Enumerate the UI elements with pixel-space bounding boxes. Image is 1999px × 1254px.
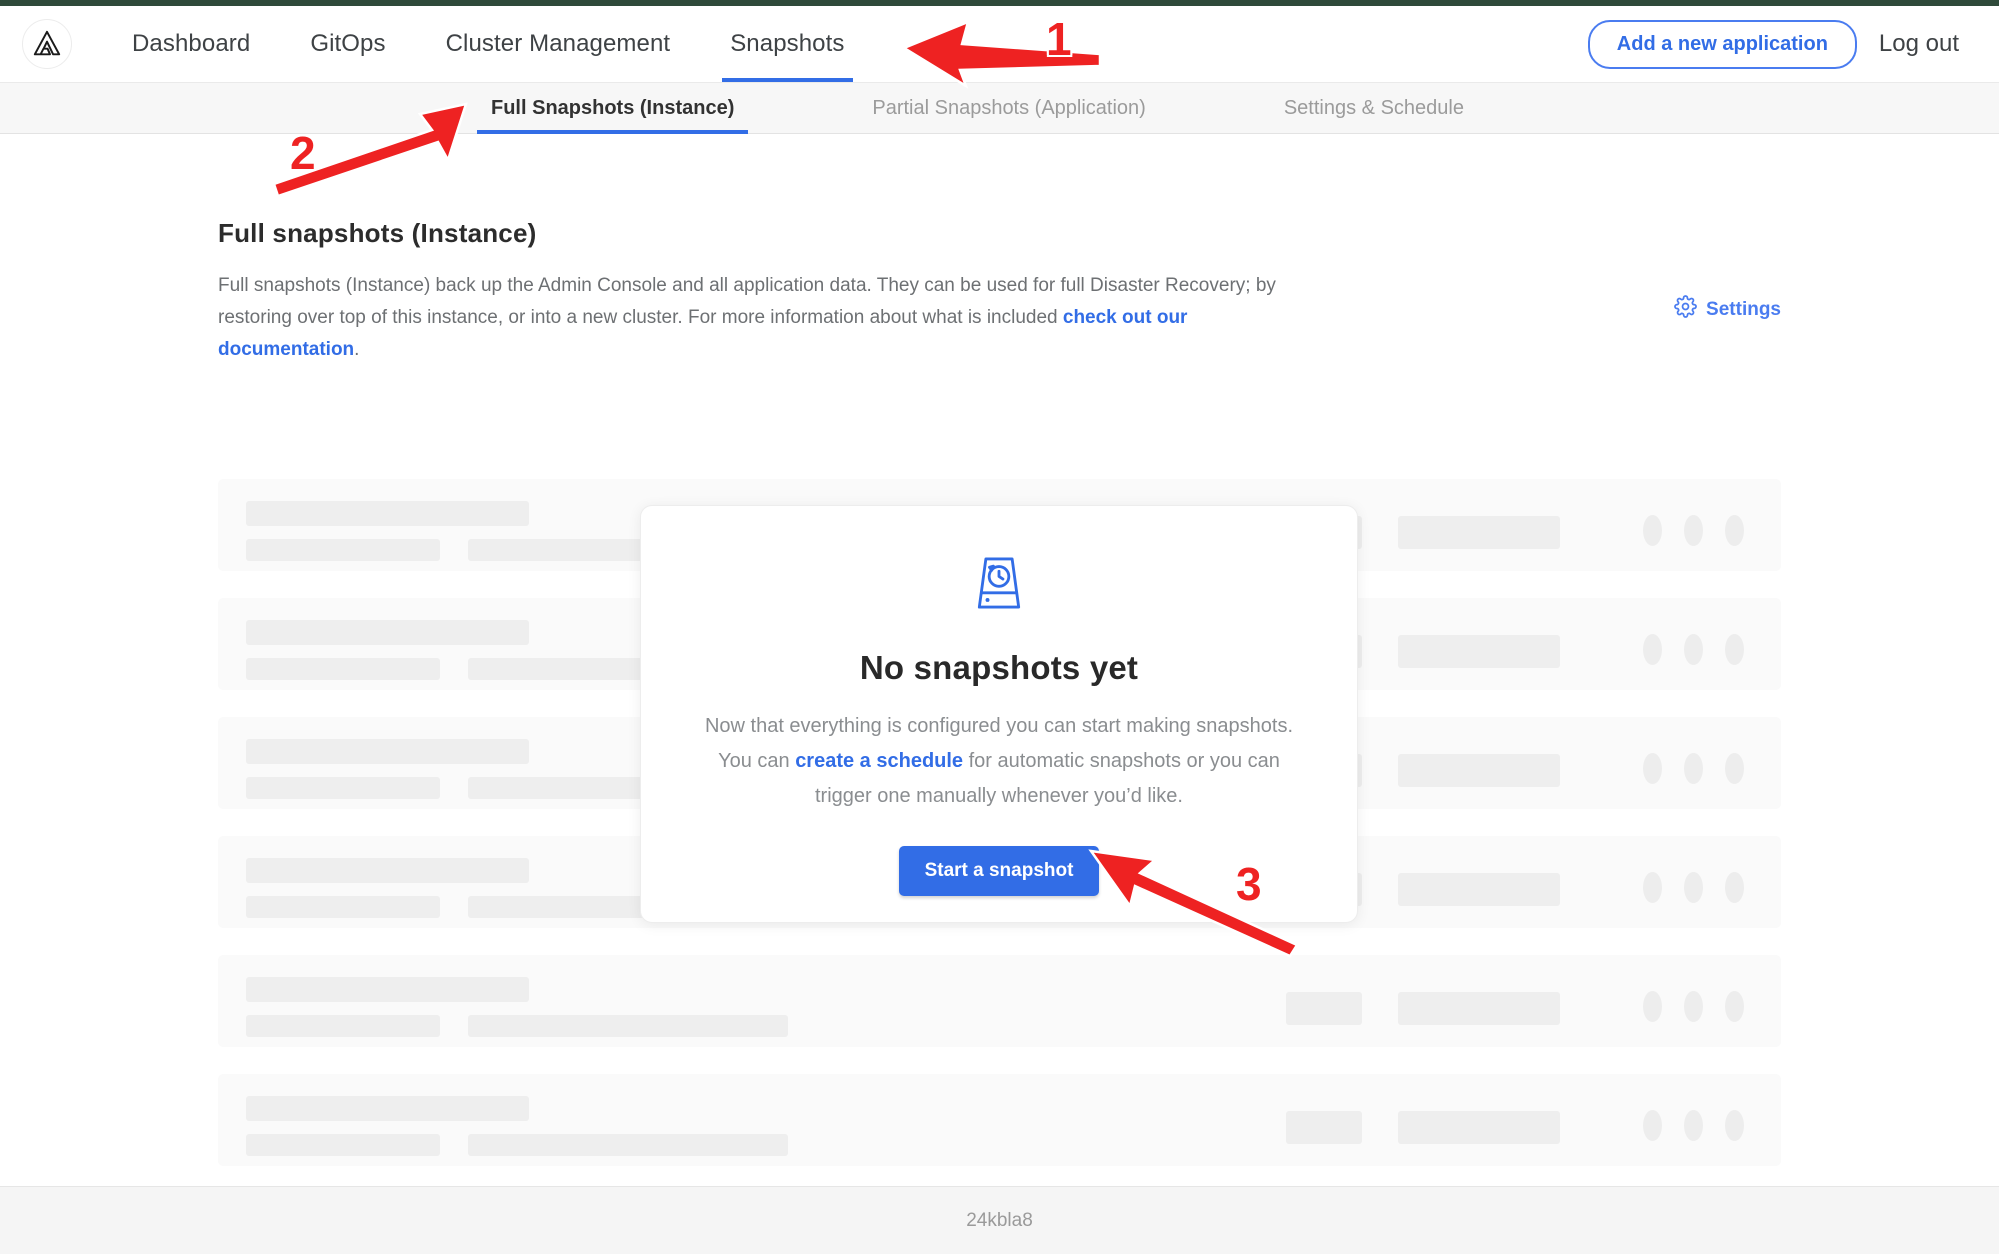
- skeleton-placeholder-bar: [246, 501, 529, 526]
- nav-link-snapshots[interactable]: Snapshots: [700, 6, 874, 82]
- skeleton-placeholder-bar: [1286, 992, 1362, 1025]
- skeleton-placeholder-bar: [1398, 992, 1560, 1025]
- skeleton-dot: [1684, 872, 1703, 903]
- nav-link-label: Cluster Management: [446, 30, 671, 58]
- page-title: Full snapshots (Instance): [218, 218, 1781, 249]
- skeleton-dot: [1684, 753, 1703, 784]
- nav-link-gitops[interactable]: GitOps: [280, 6, 415, 82]
- skeleton-placeholder-bar: [1398, 635, 1560, 668]
- gear-icon: [1674, 295, 1697, 324]
- skeleton-dot: [1643, 753, 1662, 784]
- skeleton-dot: [1643, 634, 1662, 665]
- skeleton-dot: [1725, 753, 1744, 784]
- start-a-snapshot-button[interactable]: Start a snapshot: [899, 846, 1100, 896]
- skeleton-dot: [1684, 634, 1703, 665]
- tab-full-snapshots[interactable]: Full Snapshots (Instance): [477, 83, 748, 133]
- skeleton-placeholder-bar: [1398, 516, 1560, 549]
- skeleton-dot: [1684, 991, 1703, 1022]
- skeleton-placeholder-bar: [1398, 1111, 1560, 1144]
- skeleton-dot: [1684, 515, 1703, 546]
- skeleton-placeholder-bar: [246, 977, 529, 1002]
- page-description: Full snapshots (Instance) back up the Ad…: [218, 270, 1328, 366]
- tab-label: Settings & Schedule: [1284, 97, 1464, 120]
- skeleton-placeholder-bar: [246, 777, 440, 799]
- skeleton-placeholder-bar: [1398, 754, 1560, 787]
- skeleton-placeholder-bar: [468, 1015, 788, 1037]
- tab-partial-snapshots[interactable]: Partial Snapshots (Application): [858, 83, 1159, 133]
- snapshot-skeleton-row: [218, 1074, 1781, 1166]
- skeleton-placeholder-bar: [246, 620, 529, 645]
- skeleton-action-dots: [1643, 991, 1744, 1022]
- skeleton-action-dots: [1643, 1110, 1744, 1141]
- empty-state-description: Now that everything is configured you ca…: [699, 709, 1299, 814]
- logout-link[interactable]: Log out: [1879, 30, 1959, 58]
- skeleton-dot: [1643, 515, 1662, 546]
- tab-label: Partial Snapshots (Application): [872, 97, 1145, 120]
- no-snapshots-card: No snapshots yet Now that everything is …: [640, 505, 1358, 923]
- app-window: Dashboard GitOps Cluster Management Snap…: [0, 0, 1999, 1254]
- add-new-application-button[interactable]: Add a new application: [1588, 20, 1857, 69]
- skeleton-dot: [1725, 515, 1744, 546]
- skeleton-placeholder-bar: [246, 1096, 529, 1121]
- skeleton-placeholder-bar: [246, 539, 440, 561]
- skeleton-placeholder-bar: [246, 896, 440, 918]
- page-footer: 24kbla8: [0, 1186, 1999, 1254]
- skeleton-dot: [1643, 1110, 1662, 1141]
- skeleton-action-dots: [1643, 872, 1744, 903]
- skeleton-dot: [1643, 872, 1662, 903]
- skeleton-dot: [1725, 991, 1744, 1022]
- settings-label: Settings: [1706, 299, 1781, 321]
- backup-drive-restore-icon: [964, 548, 1034, 623]
- skeleton-dot: [1725, 634, 1744, 665]
- tab-label: Full Snapshots (Instance): [491, 97, 734, 120]
- main-navbar: Dashboard GitOps Cluster Management Snap…: [0, 6, 1999, 82]
- navbar-actions: Add a new application Log out: [1588, 20, 1959, 69]
- skeleton-placeholder-bar: [246, 739, 529, 764]
- tab-settings-schedule[interactable]: Settings & Schedule: [1270, 83, 1478, 133]
- skeleton-action-dots: [1643, 634, 1744, 665]
- replicated-logo-icon: [32, 29, 62, 59]
- nav-link-dashboard[interactable]: Dashboard: [102, 6, 280, 82]
- skeleton-dot: [1725, 872, 1744, 903]
- build-id: 24kbla8: [966, 1210, 1033, 1232]
- skeleton-placeholder-bar: [246, 858, 529, 883]
- app-logo[interactable]: [22, 19, 72, 69]
- snapshots-subnav: Full Snapshots (Instance) Partial Snapsh…: [0, 82, 1999, 134]
- snapshot-skeleton-row: [218, 955, 1781, 1047]
- primary-nav: Dashboard GitOps Cluster Management Snap…: [102, 6, 875, 82]
- skeleton-placeholder-bar: [1398, 873, 1560, 906]
- empty-state-title: No snapshots yet: [860, 649, 1138, 687]
- skeleton-dot: [1643, 991, 1662, 1022]
- skeleton-dot: [1684, 1110, 1703, 1141]
- skeleton-placeholder-bar: [246, 1015, 440, 1037]
- skeleton-placeholder-bar: [246, 658, 440, 680]
- nav-link-cluster-management[interactable]: Cluster Management: [416, 6, 701, 82]
- create-a-schedule-link[interactable]: create a schedule: [795, 750, 963, 772]
- page-description-suffix: .: [354, 339, 359, 360]
- nav-link-label: Dashboard: [132, 30, 250, 58]
- skeleton-placeholder-bar: [246, 1134, 440, 1156]
- nav-link-label: Snapshots: [730, 30, 844, 58]
- skeleton-placeholder-bar: [1286, 1111, 1362, 1144]
- skeleton-action-dots: [1643, 515, 1744, 546]
- skeleton-dot: [1725, 1110, 1744, 1141]
- skeleton-placeholder-bar: [468, 1134, 788, 1156]
- settings-link[interactable]: Settings: [1674, 295, 1781, 324]
- skeleton-action-dots: [1643, 753, 1744, 784]
- nav-link-label: GitOps: [310, 30, 385, 58]
